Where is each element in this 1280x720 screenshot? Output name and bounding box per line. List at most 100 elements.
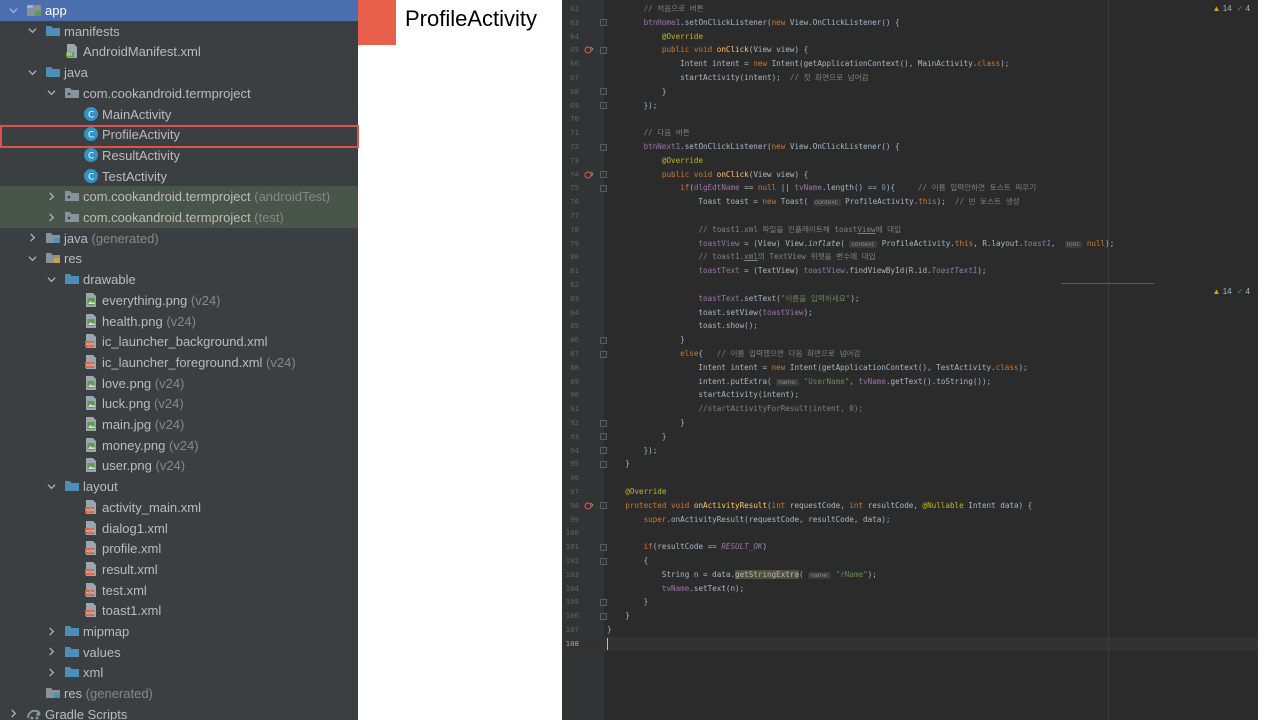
code-line[interactable]: btnHome1.setOnClickListener(new View.OnC… <box>607 16 900 30</box>
tree-item[interactable]: java <box>0 62 358 83</box>
fold-marker-icon[interactable] <box>600 171 607 179</box>
code-line[interactable]: } <box>607 430 667 444</box>
chevron-right-icon[interactable] <box>25 231 39 245</box>
code-editor[interactable]: ▲ 14 ✓ 4 ▲ 14 ✓ 4 62 // 처음으로 버튼 63 btnHom… <box>562 0 1258 720</box>
tree-item[interactable]: </> ic_launcher_foreground.xml (v24) <box>0 352 358 373</box>
override-marker-icon[interactable] <box>584 170 594 180</box>
fold-marker-icon[interactable] <box>600 433 607 441</box>
tree-item[interactable]: res <box>0 248 358 269</box>
fold-marker-icon[interactable] <box>600 143 607 151</box>
fold-marker-icon[interactable] <box>600 46 607 54</box>
fold-marker-icon[interactable] <box>600 543 607 551</box>
chevron-right-icon[interactable] <box>44 210 58 224</box>
tree-item[interactable]: C ResultActivity <box>0 145 358 166</box>
chevron-down-icon[interactable] <box>25 24 39 38</box>
tree-item[interactable]: </> profile.xml <box>0 538 358 559</box>
fold-marker-icon[interactable] <box>600 447 607 455</box>
code-line[interactable]: } <box>607 333 685 347</box>
tree-item[interactable]: values <box>0 642 358 663</box>
tree-item[interactable]: res (generated) <box>0 683 358 704</box>
tree-item[interactable]: </> activity_main.xml <box>0 497 358 518</box>
chevron-down-icon[interactable] <box>44 272 58 286</box>
chevron-right-icon[interactable] <box>44 665 58 679</box>
chevron-right-icon[interactable] <box>6 707 20 720</box>
code-line[interactable]: intent.putExtra( name: "UserName", tvNam… <box>607 375 991 390</box>
code-line[interactable]: else{ // 이름 입력했으면 다음 화면으로 넘어감 <box>607 347 860 361</box>
tree-item[interactable]: </> result.xml <box>0 559 358 580</box>
fold-marker-icon[interactable] <box>600 102 607 110</box>
code-line[interactable]: toastView = (View) View.inflate( context… <box>607 237 1114 252</box>
tree-item[interactable]: java (generated) <box>0 228 358 249</box>
code-line[interactable]: Intent intent = new Intent(getApplicatio… <box>607 57 1009 71</box>
code-line[interactable]: } <box>607 609 630 623</box>
tree-item[interactable]: C MainActivity <box>0 104 358 125</box>
code-line[interactable]: @Override <box>607 485 666 499</box>
code-line[interactable]: if(dlgEdtName == null || tvName.length()… <box>607 181 1036 195</box>
chevron-down-icon[interactable] <box>25 251 39 265</box>
code-line[interactable]: }); <box>607 99 658 113</box>
code-line[interactable]: protected void onActivityResult(int requ… <box>607 499 1032 513</box>
fold-marker-icon[interactable] <box>600 88 607 96</box>
inspection-widget-top[interactable]: ▲ 14 ✓ 4 <box>1213 4 1250 13</box>
code-line[interactable]: super.onActivityResult(requestCode, resu… <box>607 513 891 527</box>
tree-item[interactable]: manifests <box>0 21 358 42</box>
fold-marker-icon[interactable] <box>600 502 607 510</box>
tree-item[interactable]: </> dialog1.xml <box>0 518 358 539</box>
code-line[interactable]: } <box>607 416 685 430</box>
code-line[interactable]: }); <box>607 444 658 458</box>
chevron-down-icon[interactable] <box>44 86 58 100</box>
tree-item[interactable]: C TestActivity <box>0 166 358 187</box>
tree-item[interactable]: luck.png (v24) <box>0 393 358 414</box>
code-line[interactable]: toastText.setText("이름을 입력하세요"); <box>607 292 859 306</box>
tree-item[interactable]: user.png (v24) <box>0 455 358 476</box>
code-line[interactable]: @Override <box>607 30 703 44</box>
tree-item[interactable]: money.png (v24) <box>0 435 358 456</box>
code-line[interactable]: // 다음 버튼 <box>607 126 690 140</box>
chevron-down-icon[interactable] <box>25 65 39 79</box>
code-line[interactable]: Intent intent = new Intent(getApplicatio… <box>607 361 1027 375</box>
chevron-down-icon[interactable] <box>44 479 58 493</box>
fold-marker-icon[interactable] <box>600 184 607 192</box>
tree-item[interactable]: main.jpg (v24) <box>0 414 358 435</box>
tree-item[interactable]: mipmap <box>0 621 358 642</box>
tree-item[interactable]: </> test.xml <box>0 580 358 601</box>
code-line[interactable]: } <box>607 457 630 471</box>
tree-item[interactable]: layout <box>0 476 358 497</box>
tree-item[interactable]: com.cookandroid.termproject (androidTest… <box>0 186 358 208</box>
fold-marker-icon[interactable] <box>600 336 607 344</box>
tree-item[interactable]: health.png (v24) <box>0 311 358 332</box>
tree-item[interactable]: MF AndroidManifest.xml <box>0 41 358 62</box>
tree-item[interactable]: love.png (v24) <box>0 373 358 394</box>
tree-item[interactable]: app <box>0 0 358 21</box>
chevron-right-icon[interactable] <box>44 624 58 638</box>
code-line[interactable]: } <box>607 595 649 609</box>
code-line[interactable]: startActivity(intent); <box>607 388 799 402</box>
fold-marker-icon[interactable] <box>600 419 607 427</box>
chevron-right-icon[interactable] <box>44 189 58 203</box>
tree-item[interactable]: </> toast1.xml <box>0 600 358 621</box>
code-line[interactable]: { <box>607 554 649 568</box>
tree-item[interactable]: C ProfileActivity <box>0 124 358 145</box>
tree-item[interactable]: com.cookandroid.termproject (test) <box>0 207 358 228</box>
code-line[interactable]: String n = data.getStringExtra( name: "r… <box>607 568 877 583</box>
code-line[interactable]: public void onClick(View view) { <box>607 168 808 182</box>
chevron-down-icon[interactable] <box>6 3 20 17</box>
inspection-widget-mid[interactable]: ▲ 14 ✓ 4 <box>1213 287 1250 296</box>
fold-marker-icon[interactable] <box>600 19 607 27</box>
override-marker-icon[interactable] <box>584 45 594 55</box>
code-line[interactable]: // toast1.xml의 TextView 위젯을 변수에 대입 <box>607 250 875 264</box>
tree-item[interactable]: </> ic_launcher_background.xml <box>0 331 358 352</box>
code-line[interactable]: toast.setView(toastView); <box>607 306 812 320</box>
tree-item[interactable]: drawable <box>0 269 358 290</box>
fold-marker-icon[interactable] <box>600 598 607 606</box>
chevron-right-icon[interactable] <box>44 645 58 659</box>
code-line[interactable]: } <box>607 623 612 637</box>
code-line[interactable]: } <box>607 85 667 99</box>
fold-marker-icon[interactable] <box>600 557 607 565</box>
code-line[interactable]: if(resultCode == RESULT_OK) <box>607 540 767 554</box>
code-line[interactable]: //startActivityForResult(intent, 0); <box>607 402 863 416</box>
code-line[interactable]: toast.show(); <box>607 319 757 333</box>
code-line[interactable]: @Override <box>607 154 703 168</box>
code-line[interactable]: // toast1.xml 파일을 인플레이트해 toastView에 대입 <box>607 223 901 237</box>
fold-marker-icon[interactable] <box>600 612 607 620</box>
